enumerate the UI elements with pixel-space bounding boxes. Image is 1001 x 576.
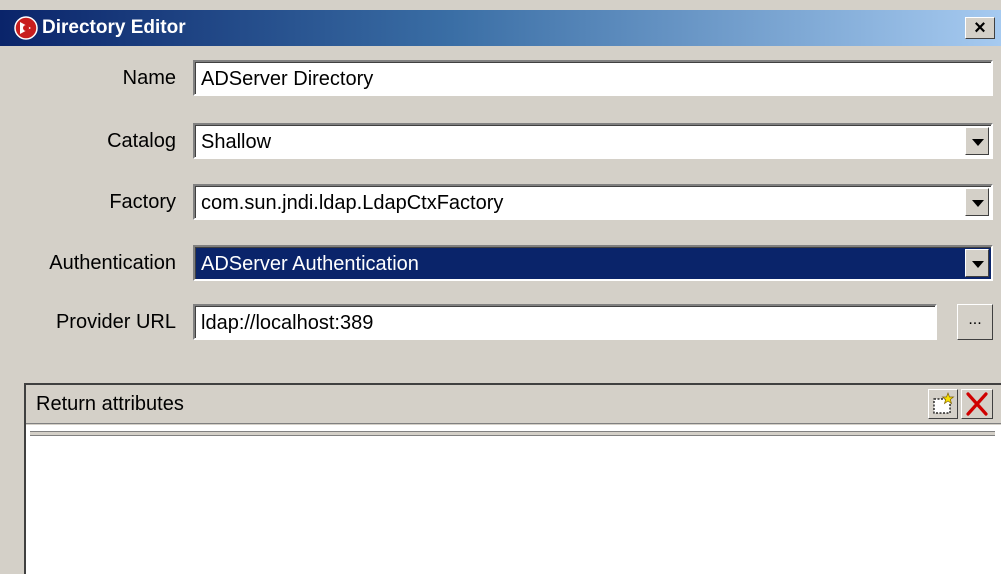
return-attributes-header: Return attributes [26,385,1001,424]
provider-url-input[interactable]: ldap://localhost:389 [193,304,937,340]
catalog-label: Catalog [107,130,176,152]
chevron-down-icon[interactable] [965,127,989,155]
directory-editor-window: Directory Editor × Name ADServer Directo… [0,0,1001,576]
authentication-label: Authentication [49,252,176,274]
add-attribute-button[interactable] [928,389,958,419]
delete-x-icon [966,392,988,416]
name-label: Name [122,67,176,89]
factory-value: com.sun.jndi.ldap.LdapCtxFactory [201,192,504,214]
close-button[interactable]: × [965,17,995,39]
name-input[interactable]: ADServer Directory [193,60,993,96]
browse-button[interactable]: ... [957,304,993,340]
title-bar: Directory Editor × [0,10,1001,46]
authentication-value: ADServer Authentication [201,253,419,275]
authentication-select[interactable]: ADServer Authentication [193,245,993,281]
name-value: ADServer Directory [201,68,374,90]
close-icon: × [974,17,986,39]
new-item-icon [933,392,955,414]
return-attributes-title: Return attributes [36,393,184,415]
provider-url-value: ldap://localhost:389 [201,312,374,334]
factory-label: Factory [109,191,176,213]
catalog-select[interactable]: Shallow [193,123,993,159]
chevron-down-icon[interactable] [965,188,989,216]
factory-select[interactable]: com.sun.jndi.ldap.LdapCtxFactory [193,184,993,220]
app-logo-icon [14,16,38,40]
delete-attribute-button[interactable] [961,389,993,419]
list-header-divider [30,431,995,436]
return-attributes-list[interactable] [26,425,1001,576]
provider-url-label: Provider URL [55,311,176,333]
chevron-down-icon[interactable] [965,249,989,277]
catalog-value: Shallow [201,131,272,153]
return-attributes-panel: Return attributes [24,383,1001,576]
window-title: Directory Editor [42,17,186,38]
